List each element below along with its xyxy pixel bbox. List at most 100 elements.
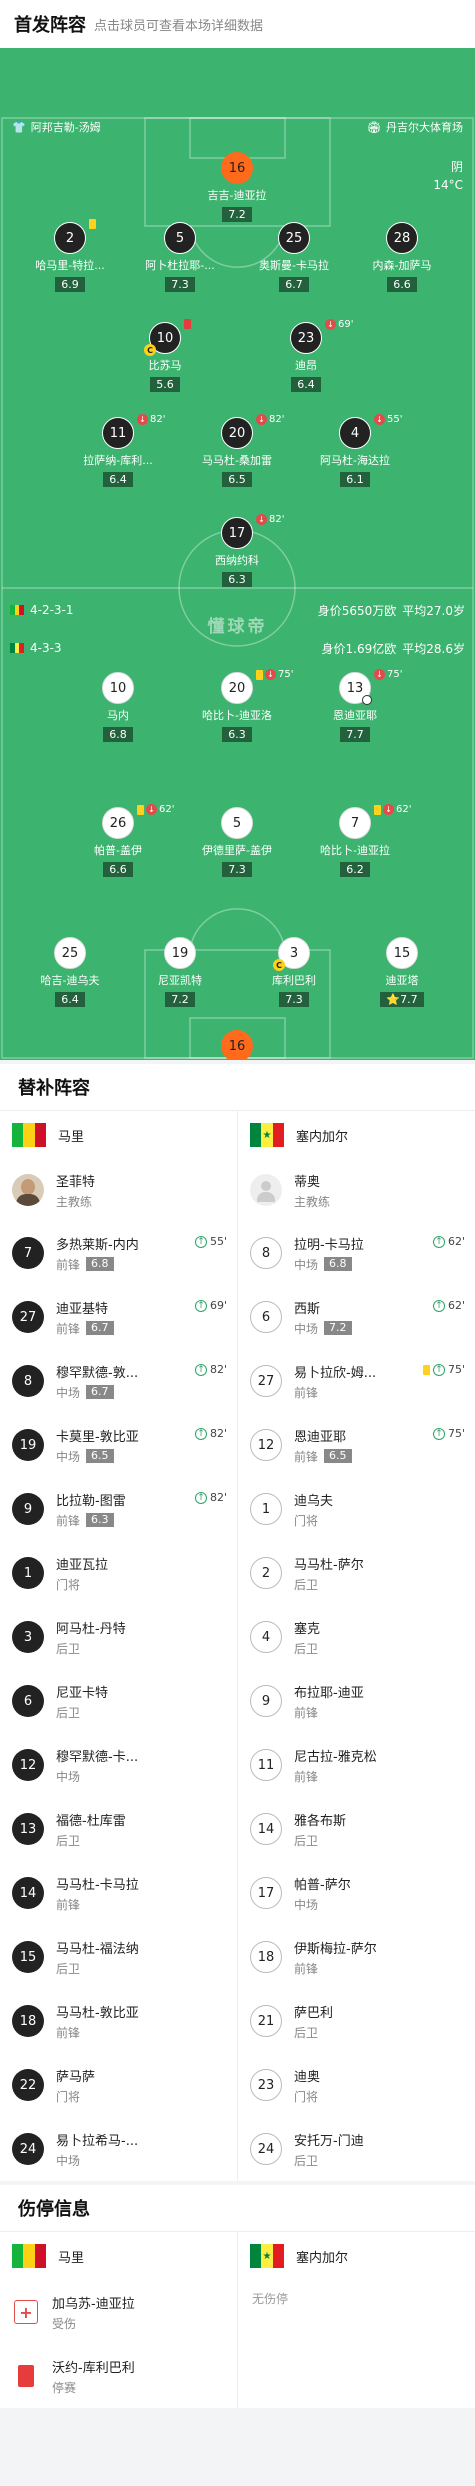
player[interactable]: 28 内森-加萨马 6.6 bbox=[347, 222, 457, 292]
substitute-row[interactable]: 7 多热莱斯-内内 前锋 6.8 ↑ 55' bbox=[0, 1221, 237, 1285]
position-label: 门将 bbox=[294, 2089, 319, 2104]
sub-minute: 62' bbox=[159, 804, 175, 815]
substitute-row[interactable]: 14 马马杜-卡马拉 前锋 bbox=[0, 1861, 237, 1925]
substitute-row[interactable]: 21 萨巴利 后卫 bbox=[238, 1989, 475, 2053]
substitute-name: 伊斯梅拉-萨尔 bbox=[294, 1941, 377, 1957]
substitute-row[interactable]: 22 萨马萨 门将 bbox=[0, 2053, 237, 2117]
substitute-info: 易卜拉希马-... 中场 bbox=[56, 2130, 138, 2169]
substitute-row[interactable]: 24 安托万-门迪 后卫 bbox=[238, 2117, 475, 2181]
substitute-row[interactable]: 11 尼古拉-雅克松 前锋 bbox=[238, 1733, 475, 1797]
substitute-row[interactable]: 3 阿马杜-丹特 后卫 bbox=[0, 1605, 237, 1669]
away-coach[interactable]: 蒂奥 主教练 bbox=[238, 1159, 475, 1221]
substitute-name: 多热莱斯-内内 bbox=[56, 1237, 139, 1253]
substitute-rating: 6.5 bbox=[324, 1449, 352, 1463]
home-coach[interactable]: 圣菲特 主教练 bbox=[0, 1159, 237, 1221]
jersey-number: 25 bbox=[278, 222, 310, 254]
substitute-name: 安托万-门迪 bbox=[294, 2133, 364, 2149]
player[interactable]: 25 哈吉-迪乌夫 6.4 bbox=[15, 937, 125, 1007]
player-rating: 5.6 bbox=[150, 377, 180, 392]
home-subs-column: 马里 圣菲特 主教练 7 多热莱斯-内内 前锋 6.8 ↑ 55' 27 迪亚基特 前锋 6.7 ↑ 6… bbox=[0, 1111, 237, 2181]
substitute-row[interactable]: 1 迪亚瓦拉 门将 bbox=[0, 1541, 237, 1605]
player[interactable]: 7 ↓ 62' 哈比卜-迪亚拉 6.2 bbox=[300, 804, 411, 877]
player[interactable]: 11 ↓ 82' 拉萨纳-库利... 6.4 bbox=[63, 414, 173, 487]
substitute-row[interactable]: 9 比拉勒-图雷 前锋 6.3 ↑ 82' bbox=[0, 1477, 237, 1541]
captain-badge-icon: C bbox=[144, 344, 156, 356]
substitute-row[interactable]: 18 伊斯梅拉-萨尔 前锋 bbox=[238, 1925, 475, 1989]
player[interactable]: 5 伊德里萨-盖伊 7.3 bbox=[182, 807, 292, 877]
player[interactable]: 3 C 库利巴利 7.3 bbox=[239, 937, 349, 1007]
substitute-rating: 6.7 bbox=[86, 1385, 114, 1399]
player[interactable]: 16爱德华-门迪7.5 bbox=[182, 1030, 292, 1060]
substitute-row[interactable]: 6 西斯 中场 7.2 ↑ 62' bbox=[238, 1285, 475, 1349]
jersey-number: 1 bbox=[12, 1557, 44, 1589]
substitute-row[interactable]: 19 卡莫里-敦比亚 中场 6.5 ↑ 82' bbox=[0, 1413, 237, 1477]
sub-minute: 75' bbox=[278, 669, 294, 680]
substitute-position: 门将 bbox=[294, 1512, 333, 1529]
senegal-flag-icon: ★ bbox=[250, 2244, 284, 2268]
sub-minute: 75' bbox=[387, 669, 403, 680]
injury-item[interactable]: + 加乌苏-迪亚拉 受伤 bbox=[0, 2280, 237, 2344]
player[interactable]: 20 ↓ 75' 哈比卜-迪亚洛 6.3 bbox=[182, 669, 294, 742]
player-events bbox=[184, 319, 191, 329]
substitute-row[interactable]: 12 穆罕默德-卡... 中场 bbox=[0, 1733, 237, 1797]
substitute-row[interactable]: 8 穆罕默德-敦... 中场 6.7 ↑ 82' bbox=[0, 1349, 237, 1413]
player[interactable]: 23 ↓ 69' 迪昂 6.4 bbox=[251, 319, 361, 392]
substitute-row[interactable]: 8 拉明-卡马拉 中场 6.8 ↑ 62' bbox=[238, 1221, 475, 1285]
substitute-row[interactable]: 17 帕普-萨尔 中场 bbox=[238, 1861, 475, 1925]
player[interactable]: 19 尼亚凯特 7.2 bbox=[125, 937, 235, 1007]
substitute-row[interactable]: 27 迪亚基特 前锋 6.7 ↑ 69' bbox=[0, 1285, 237, 1349]
substitute-row[interactable]: 18 马马杜-敦比亚 前锋 bbox=[0, 1989, 237, 2053]
substitute-row[interactable]: 6 尼亚卡特 后卫 bbox=[0, 1669, 237, 1733]
yellow-card-icon bbox=[89, 219, 96, 229]
substitute-row[interactable]: 13 福德-杜库雷 后卫 bbox=[0, 1797, 237, 1861]
injury-item[interactable]: 沃约-库利巴利 停赛 bbox=[0, 2344, 237, 2408]
substitute-row[interactable]: 14 雅各布斯 后卫 bbox=[238, 1797, 475, 1861]
player-rating-wrap: 6.4 bbox=[15, 988, 125, 1007]
player[interactable]: 25 奥斯曼-卡马拉 6.7 bbox=[239, 222, 349, 292]
substitute-row[interactable]: 12 恩迪亚耶 前锋 6.5 ↑ 75' bbox=[238, 1413, 475, 1477]
player[interactable]: 2 哈马里-特拉... 6.9 bbox=[15, 219, 125, 292]
substitute-row[interactable]: 15 马马杜-福法纳 后卫 bbox=[0, 1925, 237, 1989]
player[interactable]: 16 吉吉-迪亚拉 7.2 bbox=[182, 152, 292, 222]
goal-ball-icon bbox=[362, 695, 372, 705]
substitute-info: 尼亚卡特 后卫 bbox=[56, 1682, 108, 1721]
substitute-row[interactable]: 27 易卜拉欣-姆... 前锋 ↑ 75' bbox=[238, 1349, 475, 1413]
player[interactable]: 13 ↓ 75' 恩迪亚耶 7.7 bbox=[300, 669, 410, 742]
substitution-in-icon: ↑ bbox=[432, 1363, 445, 1376]
substitute-row[interactable]: 2 马马杜-萨尔 后卫 bbox=[238, 1541, 475, 1605]
player-rating: 7.2 bbox=[165, 992, 195, 1007]
player[interactable]: 4 ↓ 55' 阿马杜-海达拉 6.1 bbox=[300, 414, 410, 487]
player-rating-wrap: 5.6 bbox=[110, 373, 220, 392]
player[interactable]: 15 迪亚塔 ⭐7.7 bbox=[347, 937, 457, 1007]
substitute-rating: 6.8 bbox=[324, 1257, 352, 1271]
jersey-number: 12 bbox=[250, 1429, 282, 1461]
player[interactable]: 10 马内 6.8 bbox=[63, 672, 173, 742]
player[interactable]: 17 ↓ 82' 西纳约科 6.3 bbox=[182, 514, 292, 587]
substitute-position: 中场 6.7 bbox=[56, 1384, 138, 1401]
player-rating: 6.5 bbox=[222, 472, 252, 487]
sub-in-event: ↑ 75' bbox=[422, 1363, 465, 1376]
substitute-info: 迪奥 门将 bbox=[294, 2066, 320, 2105]
player[interactable]: 10 C 比苏马 5.6 bbox=[110, 319, 220, 392]
jersey-number: 8 bbox=[12, 1365, 44, 1397]
substitute-position: 前锋 6.7 bbox=[56, 1320, 114, 1337]
substitute-info: 迪乌夫 门将 bbox=[294, 1490, 333, 1529]
jersey-number: 13 ↓ 75' bbox=[339, 669, 402, 705]
substitute-info: 阿马杜-丹特 后卫 bbox=[56, 1618, 126, 1657]
substitution-in-icon: ↑ bbox=[194, 1427, 207, 1440]
substitute-name: 比拉勒-图雷 bbox=[56, 1493, 126, 1509]
substitute-info: 多热莱斯-内内 前锋 6.8 bbox=[56, 1234, 139, 1273]
substitute-row[interactable]: 1 迪乌夫 门将 bbox=[238, 1477, 475, 1541]
position-label: 中场 bbox=[56, 1385, 81, 1400]
player[interactable]: 26 ↓ 62' 帕普-盖伊 6.6 bbox=[63, 804, 175, 877]
player[interactable]: 5 阿卜杜拉耶-... 7.3 bbox=[125, 222, 235, 292]
mali-flag-icon bbox=[12, 2244, 46, 2268]
player[interactable]: 20 ↓ 82' 马马杜-桑加雷 6.5 bbox=[182, 414, 292, 487]
substitute-row[interactable]: 9 布拉耶-迪亚 前锋 bbox=[238, 1669, 475, 1733]
substitute-name: 布拉耶-迪亚 bbox=[294, 1685, 364, 1701]
home-injury-column: 马里 + 加乌苏-迪亚拉 受伤 沃约-库利巴利 停赛 bbox=[0, 2232, 237, 2408]
home-formation-shape: 4-2-3-1 bbox=[30, 603, 74, 617]
substitute-row[interactable]: 4 塞克 后卫 bbox=[238, 1605, 475, 1669]
substitute-row[interactable]: 24 易卜拉希马-... 中场 bbox=[0, 2117, 237, 2181]
substitute-row[interactable]: 23 迪奥 门将 bbox=[238, 2053, 475, 2117]
